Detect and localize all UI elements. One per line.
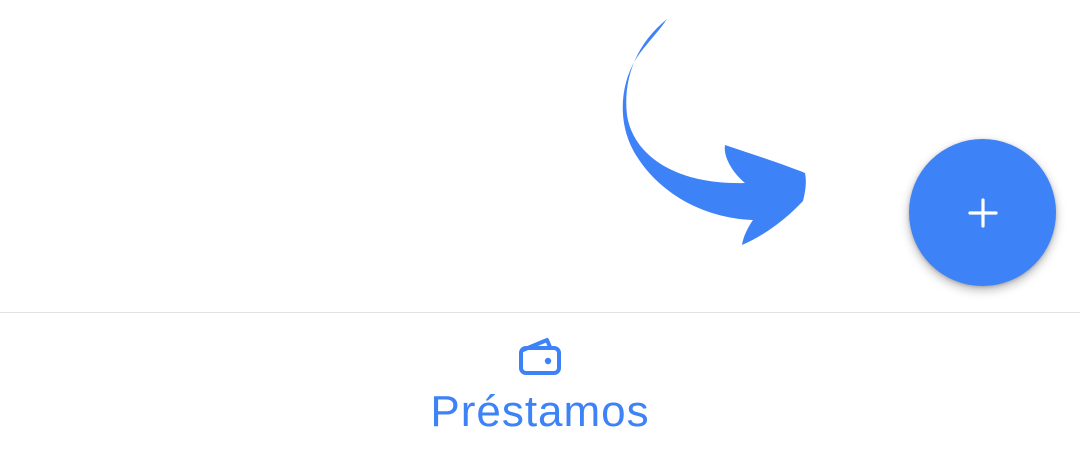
nav-item-label: Préstamos	[430, 387, 650, 436]
add-fab-button[interactable]	[909, 139, 1056, 286]
bottom-navigation: Préstamos	[0, 313, 1080, 453]
curved-arrow-icon	[622, 19, 806, 245]
nav-item-prestamos[interactable]: Préstamos	[390, 313, 690, 453]
wallet-icon	[519, 338, 561, 375]
content-area	[0, 0, 1080, 312]
app-screen: Préstamos	[0, 0, 1080, 453]
plus-icon	[967, 197, 998, 228]
